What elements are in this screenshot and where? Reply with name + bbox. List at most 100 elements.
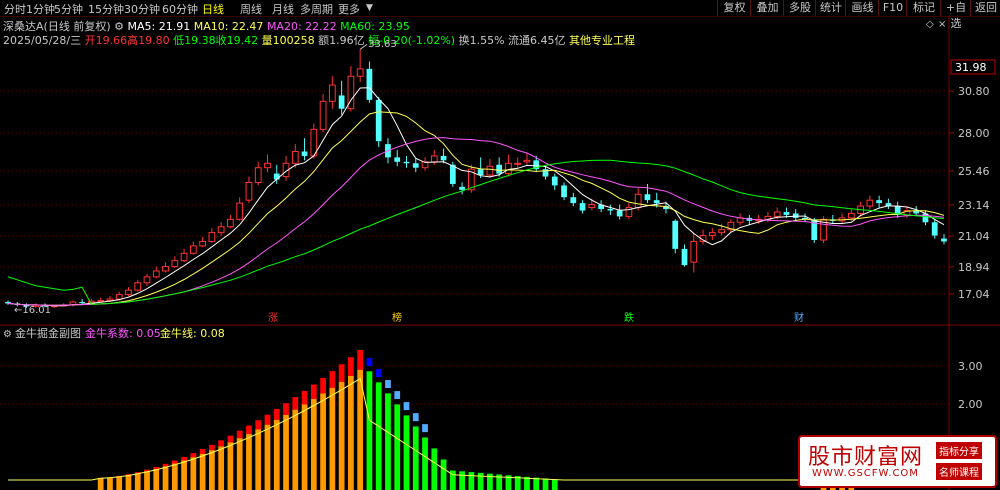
candle-body [115, 294, 123, 300]
sub-bar-orange [181, 460, 187, 490]
line-label: 金牛线: 0.08 [160, 326, 225, 340]
sub-bar-red [255, 420, 262, 430]
sub-bar-red [190, 453, 197, 458]
watermark-stamp: 股市财富网 WWW.GSCFW.COM 指标分享 名师课程 [798, 435, 997, 488]
sub-bar-green [422, 437, 428, 490]
sub-bar-blue [385, 380, 391, 389]
sub-bar-orange [283, 414, 289, 490]
candle-body [338, 95, 345, 109]
sub-bar-orange [292, 409, 299, 490]
sub-bar-blue [403, 402, 410, 411]
candle-body [551, 176, 558, 186]
diamond-icon: ◇ [926, 19, 934, 30]
candle-body [449, 164, 456, 184]
sub-bar-red [236, 430, 243, 439]
watermark-url: WWW.GSCFW.COM [812, 468, 919, 479]
candle-body [254, 167, 262, 183]
chart-canvas[interactable]: 30.80 28.00 25.46 23.14 21.04 18.94 17.04 3.00 2… [0, 0, 1000, 490]
sub-bar-green [366, 371, 373, 490]
candle-body [514, 162, 522, 165]
candle-body [328, 84, 336, 102]
candle-body [97, 299, 105, 302]
sub-bar-red [153, 466, 160, 469]
sub-bar-green [542, 478, 549, 490]
candle-body [199, 240, 206, 247]
sub-bar-orange [97, 478, 104, 490]
sub-bar-red [357, 349, 364, 370]
ma10-line [7, 111, 945, 306]
candle-body [394, 157, 401, 162]
candle-body [79, 301, 86, 303]
candle-body [783, 211, 790, 215]
close-icon: × [938, 19, 946, 30]
sub-axis-label: 2.00 [958, 398, 983, 411]
sub-bar-red [320, 377, 326, 394]
sub-bar-green [533, 477, 540, 490]
candle-body [634, 193, 642, 209]
sub-bar-orange [236, 438, 243, 490]
sub-bar-red [227, 435, 234, 443]
sub-bar-red [199, 449, 206, 454]
candle-body [430, 155, 438, 163]
sub-bar-blue [422, 424, 428, 433]
sub-bar-orange [144, 471, 150, 490]
candle-body [718, 229, 725, 234]
sub-bar-red [292, 397, 299, 410]
price-axis-label: 28.00 [958, 127, 990, 140]
candles [5, 49, 947, 308]
sub-bar-red [329, 371, 336, 388]
sub-bar-red [283, 403, 289, 415]
candle-body [440, 155, 447, 161]
price-axis-label: 18.94 [958, 261, 990, 274]
coef-label: 金牛系数: 0.05 [85, 326, 161, 340]
sub-bar-orange [320, 393, 326, 490]
sub-bar-green [477, 472, 484, 490]
candle-body [366, 68, 373, 100]
candle-body [291, 150, 299, 164]
sub-bar-orange [246, 433, 252, 490]
candle-body [162, 266, 169, 272]
candle-body [217, 226, 225, 234]
sub-bar-green [551, 479, 558, 490]
candle-body [690, 240, 698, 263]
peak-price-label: 33.63 [368, 39, 397, 50]
candle-body [403, 161, 410, 164]
candle-body [561, 185, 567, 198]
panel-gear-icon: ⚙ [3, 329, 12, 340]
sub-bar-orange [116, 476, 123, 490]
sub-bar-red [338, 364, 345, 382]
event-marker-1: 榜 [392, 311, 402, 324]
price-axis-label: 30.80 [958, 85, 990, 98]
candle-body [301, 151, 308, 156]
sub-bar-red [246, 425, 252, 434]
candle-body [708, 232, 716, 237]
candle-body [459, 186, 465, 190]
candle-body [143, 276, 151, 284]
candle-body [941, 238, 947, 242]
candle-body [227, 218, 234, 228]
price-axis-label: 23.14 [958, 199, 990, 212]
sub-bar-orange [209, 450, 215, 490]
sub-bar-orange [273, 419, 280, 490]
watermark-tag2: 名师课程 [936, 463, 982, 480]
event-marker-3: 财 [794, 311, 804, 324]
sub-bar-red [264, 414, 271, 425]
sub-bar-green [468, 472, 475, 490]
sub-bar-red [181, 456, 187, 461]
sub-bar-orange [301, 404, 308, 490]
sub-bar-orange [171, 463, 178, 490]
candle-body [773, 211, 781, 217]
low-price-label: ←16.01 [14, 305, 51, 316]
peak-arrow [359, 43, 368, 50]
sub-title: 金牛掘金副图 [15, 326, 81, 340]
sub-bar-orange [153, 468, 160, 490]
sub-bar-blue [412, 413, 419, 422]
sub-bar-orange [125, 475, 132, 490]
sub-bar-orange [199, 453, 206, 490]
candle-body [931, 222, 938, 236]
sub-bar-orange [310, 399, 317, 490]
price-axis-label: 17.04 [958, 288, 990, 301]
sub-bar-red [209, 444, 215, 451]
sub-bar-red [348, 357, 354, 376]
sub-bar-red [301, 390, 308, 405]
